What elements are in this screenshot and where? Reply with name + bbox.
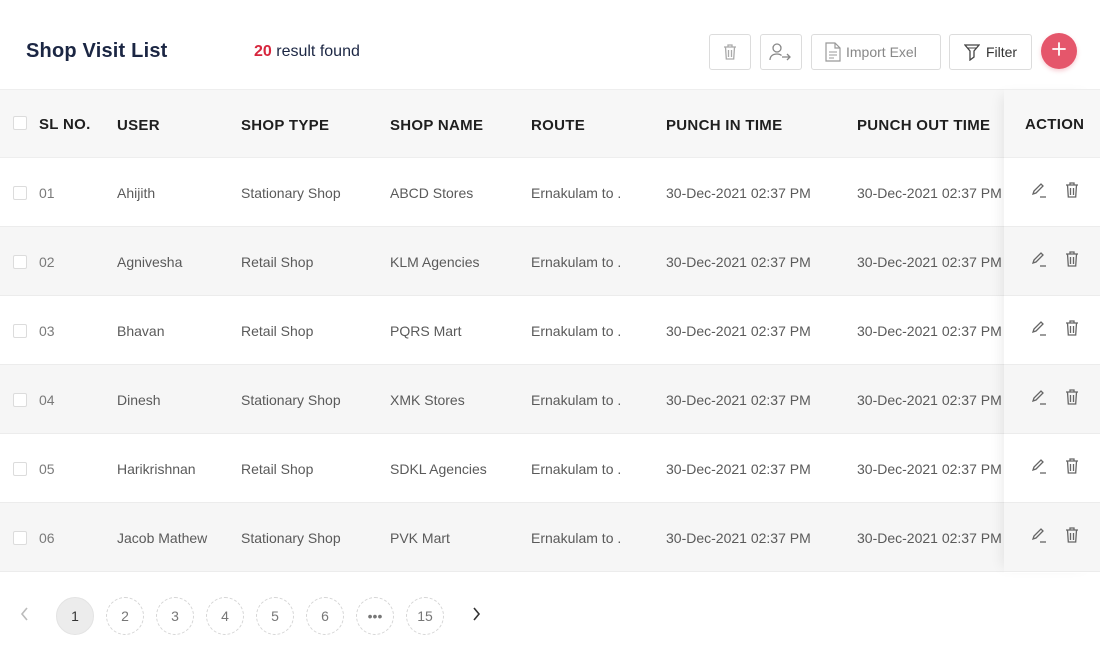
filter-button[interactable]: Filter (949, 34, 1032, 70)
table-header: SL NO. USER SHOP TYPE SHOP NAME ROUTE PU… (0, 89, 1100, 158)
user-cell: Dinesh (117, 392, 161, 408)
prev-page-button[interactable] (15, 606, 35, 626)
trash-icon (722, 43, 738, 61)
shop-type-cell: Stationary Shop (241, 392, 341, 408)
route-cell: Ernakulam to . (531, 392, 622, 408)
select-all-checkbox[interactable] (13, 116, 27, 130)
page-5-button[interactable]: 5 (256, 597, 294, 635)
table-row: 05 Harikrishnan Retail Shop SDKL Agencies Er… (0, 434, 1100, 503)
shop-type-cell: Stationary Shop (241, 185, 341, 201)
route-cell: Ernakulam to . (531, 254, 622, 270)
pagination: 1 2 3 4 5 6 ••• 15 (0, 597, 1100, 637)
page-3-button[interactable]: 3 (156, 597, 194, 635)
shop-name-cell: SDKL Agencies (390, 461, 487, 477)
row-checkbox[interactable] (13, 186, 27, 200)
import-label: Import Exel (846, 44, 917, 60)
route-cell: Ernakulam to . (531, 530, 622, 546)
row-checkbox[interactable] (13, 462, 27, 476)
page-header: Shop Visit List 20 result found Import E… (0, 0, 1100, 89)
page-1-button[interactable]: 1 (56, 597, 94, 635)
punch-out-cell: 30-Dec-2021 02:37 PM (857, 323, 1002, 339)
page-title: Shop Visit List (26, 40, 168, 62)
shop-type-cell: Retail Shop (241, 323, 314, 339)
row-checkbox[interactable] (13, 255, 27, 269)
shop-type-cell: Retail Shop (241, 461, 314, 477)
assign-user-button[interactable] (760, 34, 802, 70)
page-15-button[interactable]: 15 (406, 597, 444, 635)
sl-no-cell: 05 (39, 461, 55, 477)
route-cell: Ernakulam to . (531, 185, 622, 201)
punch-out-cell: 30-Dec-2021 02:37 PM (857, 392, 1002, 408)
chevron-right-icon (471, 606, 481, 626)
result-count: 20 (254, 43, 272, 60)
filter-label: Filter (985, 44, 1018, 60)
sl-no-cell: 01 (39, 185, 55, 201)
document-icon (824, 42, 842, 62)
sl-no-cell: 06 (39, 530, 55, 546)
user-cell: Bhavan (117, 323, 165, 339)
punch-in-cell: 30-Dec-2021 02:37 PM (666, 323, 811, 339)
page-6-button[interactable]: 6 (306, 597, 344, 635)
punch-in-cell: 30-Dec-2021 02:37 PM (666, 530, 811, 546)
route-cell: Ernakulam to . (531, 323, 622, 339)
table-row: 04 Dinesh Stationary Shop XMK Stores Ernakul… (0, 365, 1100, 434)
shop-name-cell: PVK Mart (390, 530, 450, 546)
column-punch-in-time: PUNCH IN TIME (666, 117, 783, 134)
punch-in-cell: 30-Dec-2021 02:37 PM (666, 392, 811, 408)
shop-name-cell: ABCD Stores (390, 185, 474, 201)
chevron-left-icon (20, 606, 30, 626)
table-row: 03 Bhavan Retail Shop PQRS Mart Ernakulam to… (0, 296, 1100, 365)
column-shop-type: SHOP TYPE (241, 117, 330, 134)
punch-out-cell: 30-Dec-2021 02:37 PM (857, 530, 1002, 546)
filter-icon (963, 43, 980, 61)
sl-no-cell: 03 (39, 323, 55, 339)
punch-in-cell: 30-Dec-2021 02:37 PM (666, 461, 811, 477)
shop-type-cell: Stationary Shop (241, 530, 341, 546)
shop-type-cell: Retail Shop (241, 254, 314, 270)
result-summary: 20 result found (254, 43, 360, 61)
page-2-button[interactable]: 2 (106, 597, 144, 635)
import-excel-button[interactable]: Import Exel (811, 34, 941, 70)
bulk-delete-button[interactable] (709, 34, 751, 70)
sl-no-cell: 04 (39, 392, 55, 408)
column-sl-no: SL NO. (39, 116, 91, 133)
punch-out-cell: 30-Dec-2021 02:37 PM (857, 185, 1002, 201)
result-text: result found (276, 43, 360, 60)
add-shop-visit-button[interactable] (1041, 33, 1077, 69)
punch-out-cell: 30-Dec-2021 02:37 PM (857, 254, 1002, 270)
row-checkbox[interactable] (13, 531, 27, 545)
column-route: ROUTE (531, 117, 585, 134)
shop-name-cell: PQRS Mart (390, 323, 462, 339)
user-cell: Jacob Mathew (117, 530, 208, 546)
user-cell: Agnivesha (117, 254, 183, 270)
shop-name-cell: KLM Agencies (390, 254, 480, 270)
page-4-button[interactable]: 4 (206, 597, 244, 635)
row-checkbox[interactable] (13, 393, 27, 407)
column-user: USER (117, 117, 160, 134)
punch-out-cell: 30-Dec-2021 02:37 PM (857, 461, 1002, 477)
shop-name-cell: XMK Stores (390, 392, 465, 408)
row-checkbox[interactable] (13, 324, 27, 338)
page-ellipsis[interactable]: ••• (356, 597, 394, 635)
sl-no-cell: 02 (39, 254, 55, 270)
table-row: 01 Ahijith Stationary Shop ABCD Stores Ernak… (0, 158, 1100, 227)
column-punch-out-time: PUNCH OUT TIME (857, 117, 991, 134)
next-page-button[interactable] (466, 606, 486, 626)
user-assign-icon (769, 42, 793, 62)
punch-in-cell: 30-Dec-2021 02:37 PM (666, 254, 811, 270)
plus-icon (1051, 41, 1067, 62)
user-cell: Ahijith (117, 185, 156, 201)
punch-in-cell: 30-Dec-2021 02:37 PM (666, 185, 811, 201)
table-row: 06 Jacob Mathew Stationary Shop PVK Mart Ern… (0, 503, 1100, 572)
action-column-shadow (1004, 89, 1098, 573)
route-cell: Ernakulam to . (531, 461, 622, 477)
column-shop-name: SHOP NAME (390, 117, 484, 134)
user-cell: Harikrishnan (117, 461, 196, 477)
table-row: 02 Agnivesha Retail Shop KLM Agencies Ernaku… (0, 227, 1100, 296)
